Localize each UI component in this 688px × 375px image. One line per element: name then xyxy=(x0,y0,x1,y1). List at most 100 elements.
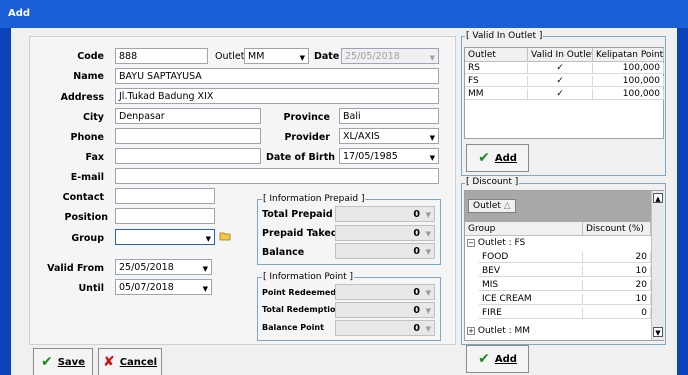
valid-outlet-table: Outlet Valid In Outlet Kelipatan Point R… xyxy=(464,47,664,139)
table-cell[interactable]: 100,000 xyxy=(593,63,664,74)
table-cell[interactable]: FIRE xyxy=(479,308,583,319)
col-header-kelipatan[interactable]: Kelipatan Point xyxy=(593,48,664,62)
position-field[interactable] xyxy=(115,208,215,224)
table-cell[interactable]: ICE CREAM xyxy=(479,294,583,305)
prepaid-taked-field: 0 ▼ xyxy=(335,225,435,241)
chevron-down-icon: ▼ xyxy=(429,134,435,142)
save-button[interactable]: ✔ Save xyxy=(33,348,93,375)
chevron-down-icon: ▼ xyxy=(202,285,208,293)
chevron-down-icon: ▼ xyxy=(429,54,435,62)
checkbox-checked-icon[interactable]: ✓ xyxy=(528,63,593,74)
checkmark-icon: ✔ xyxy=(478,150,490,166)
table-cell[interactable]: 100,000 xyxy=(593,76,664,87)
total-prepaid-field: 0 ▼ xyxy=(335,206,435,222)
dob-picker[interactable]: 17/05/1985 ▼ xyxy=(339,148,439,164)
cancel-button[interactable]: ✘ Cancel xyxy=(98,348,162,375)
add-discount-button[interactable]: ✔ Add xyxy=(466,345,529,373)
address-field[interactable]: Jl.Tukad Badung XIX xyxy=(115,88,439,104)
contact-label: Contact xyxy=(62,192,104,203)
checkbox-checked-icon[interactable]: ✓ xyxy=(528,89,593,100)
table-cell[interactable]: 20 xyxy=(583,280,651,291)
code-field[interactable]: 888 xyxy=(115,48,208,64)
group-by-chip[interactable]: Outlet △ xyxy=(468,199,516,213)
table-cell[interactable]: 10 xyxy=(583,294,651,305)
point-redeemed-field: 0 ▼ xyxy=(335,284,435,300)
col-header-valid[interactable]: Valid In Outlet xyxy=(528,48,593,62)
discount-title: [ Discount ] xyxy=(465,177,520,187)
table-cell[interactable]: 10 xyxy=(583,266,651,277)
total-redemption-label: Total Redemption xyxy=(262,305,342,314)
outlet-select[interactable]: MM ▼ xyxy=(244,48,309,64)
dob-label: Date of Birth xyxy=(265,152,335,163)
col-header-outlet[interactable]: Outlet xyxy=(465,48,528,62)
province-label: Province xyxy=(283,112,330,123)
window-edge xyxy=(677,28,688,375)
table-cell[interactable]: FOOD xyxy=(479,252,583,263)
table-cell[interactable]: FS xyxy=(465,76,528,87)
contact-field[interactable] xyxy=(115,188,215,204)
email-field[interactable] xyxy=(115,168,439,184)
group-row-mm[interactable]: + Outlet : MM xyxy=(467,326,651,337)
fax-field[interactable] xyxy=(115,148,261,164)
position-label: Position xyxy=(64,212,109,223)
folder-icon[interactable] xyxy=(219,231,231,241)
checkbox-checked-icon[interactable]: ✓ xyxy=(528,76,593,87)
col-header-group[interactable]: Group xyxy=(465,222,583,236)
name-field[interactable]: BAYU SAPTAYUSA xyxy=(115,68,439,84)
scroll-down-icon[interactable]: ▼ xyxy=(653,327,663,337)
fax-label: Fax xyxy=(85,152,104,163)
table-cell[interactable]: 100,000 xyxy=(593,89,664,100)
email-label: E-mail xyxy=(70,172,104,183)
phone-label: Phone xyxy=(70,132,104,143)
chevron-down-icon: ▼ xyxy=(425,289,431,297)
point-redeemed-label: Point Redeemed xyxy=(262,288,337,297)
group-select[interactable]: ▼ xyxy=(115,229,215,245)
prepaid-taked-label: Prepaid Taked xyxy=(262,228,338,239)
chevron-down-icon: ▼ xyxy=(205,235,211,243)
name-label: Name xyxy=(73,71,104,82)
phone-field[interactable] xyxy=(115,128,261,144)
table-cell[interactable]: BEV xyxy=(479,266,583,277)
balance-field: 0 ▼ xyxy=(335,243,435,259)
provider-label: Provider xyxy=(284,132,330,143)
balance-point-field: 0 ▼ xyxy=(335,320,435,336)
table-cell[interactable]: 20 xyxy=(583,252,651,263)
valid-outlet-title: [ Valid In Outlet ] xyxy=(465,31,544,41)
add-outlet-button[interactable]: ✔ Add xyxy=(466,144,529,172)
checkmark-icon: ✔ xyxy=(41,354,53,370)
chevron-down-icon: ▼ xyxy=(425,307,431,315)
chevron-down-icon: ▼ xyxy=(429,154,435,162)
date-picker: 25/05/2018 ▼ xyxy=(341,48,439,64)
scroll-up-icon[interactable]: ▲ xyxy=(653,193,663,203)
code-label: Code xyxy=(77,51,104,62)
table-cell[interactable]: 0 xyxy=(583,308,651,319)
chevron-down-icon: ▼ xyxy=(299,54,305,62)
checkmark-icon: ✔ xyxy=(478,351,490,367)
total-prepaid-label: Total Prepaid xyxy=(262,209,333,220)
chevron-down-icon: ▼ xyxy=(425,230,431,238)
chevron-down-icon: ▼ xyxy=(202,265,208,273)
date-label: Date xyxy=(314,51,340,62)
chevron-down-icon: ▼ xyxy=(425,211,431,219)
balance-point-label: Balance Point xyxy=(262,323,324,332)
prepaid-group-title: [ Information Prepaid ] xyxy=(262,194,366,204)
table-cell[interactable]: MM xyxy=(465,89,528,100)
balance-label: Balance xyxy=(262,247,305,258)
valid-from-picker[interactable]: 25/05/2018 ▼ xyxy=(115,259,212,275)
table-cell[interactable]: RS xyxy=(465,63,528,74)
table-cell[interactable]: MIS xyxy=(479,280,583,291)
group-row-fs[interactable]: − Outlet : FS xyxy=(467,238,651,249)
col-header-discount[interactable]: Discount (%) xyxy=(583,222,651,236)
group-label: Group xyxy=(71,233,104,244)
total-redemption-field: 0 ▼ xyxy=(335,302,435,318)
valid-from-label: Valid From xyxy=(47,263,104,274)
outlet-label: Outlet xyxy=(215,51,245,62)
until-picker[interactable]: 05/07/2018 ▼ xyxy=(115,279,212,295)
vertical-scrollbar[interactable]: ▲ ▼ xyxy=(651,191,664,340)
provider-select[interactable]: XL/AXIS ▼ xyxy=(339,128,439,144)
city-field[interactable]: Denpasar xyxy=(115,108,261,124)
address-label: Address xyxy=(60,92,104,103)
until-label: Until xyxy=(78,283,104,294)
discount-grid: Outlet △ Group Discount (%) − Outlet : F… xyxy=(464,190,664,341)
province-field[interactable]: Bali xyxy=(339,108,439,124)
